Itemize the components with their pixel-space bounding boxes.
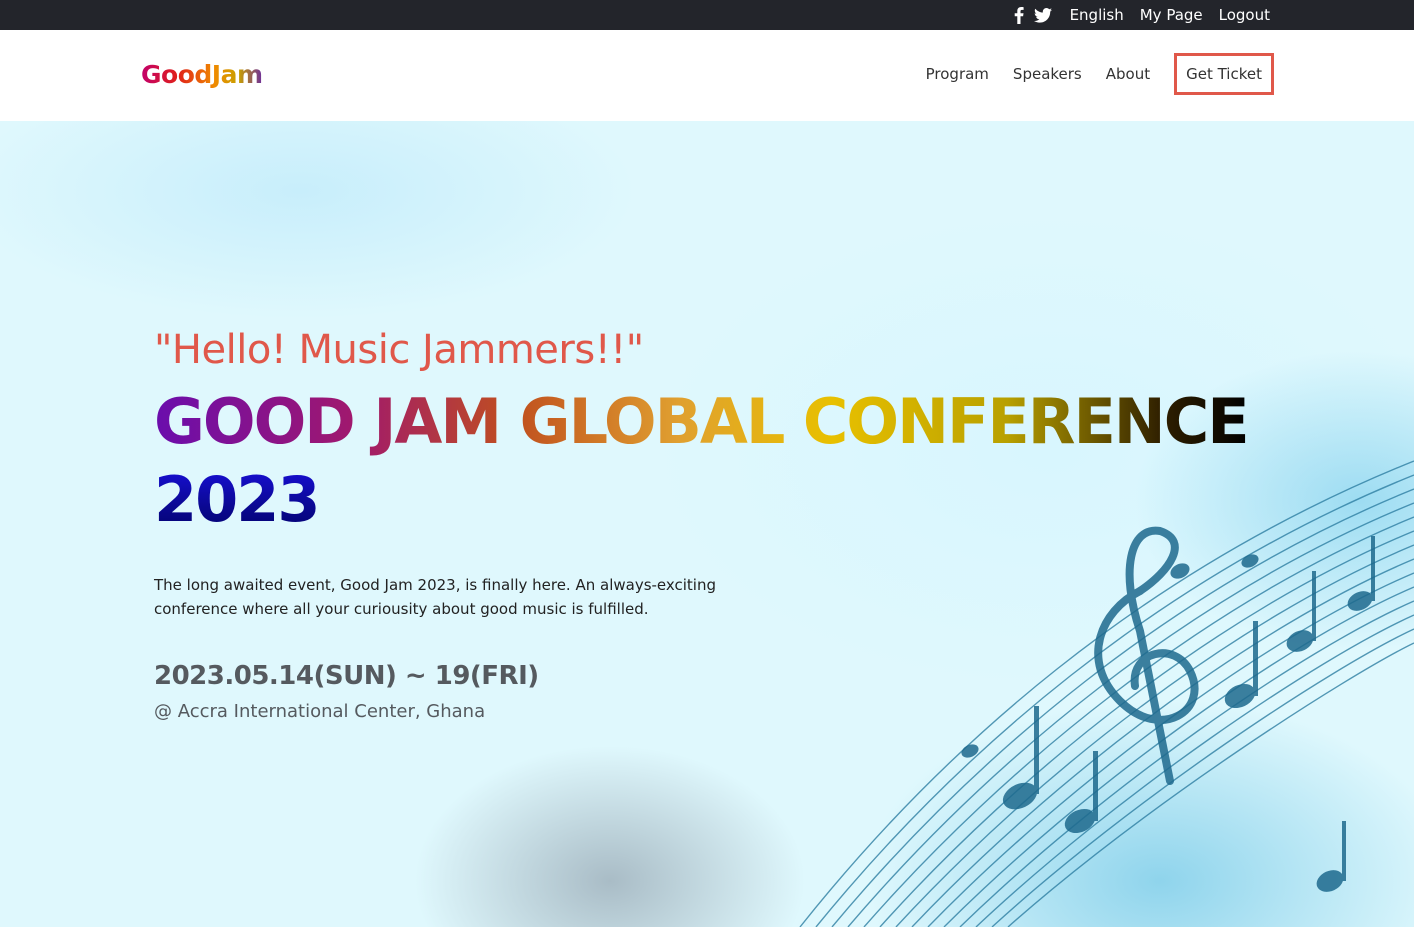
my-page-link[interactable]: My Page — [1140, 6, 1203, 24]
nav-program[interactable]: Program — [926, 65, 989, 83]
event-date: 2023.05.14(SUN) ~ 19(FRI) — [154, 661, 539, 691]
event-venue: @ Accra International Center, Ghana — [154, 701, 486, 722]
conference-title-year: 2023 — [154, 461, 1248, 539]
get-ticket-button[interactable]: Get Ticket — [1174, 53, 1274, 95]
logo[interactable]: GoodJam — [141, 60, 263, 89]
facebook-icon[interactable] — [1014, 6, 1024, 24]
main-header: GoodJam Program Speakers About Get Ticke… — [0, 30, 1414, 121]
greeting-text: "Hello! Music Jammers!!" — [154, 327, 644, 373]
conference-title-line1: GOOD JAM GLOBAL CONFERENCE — [154, 383, 1250, 461]
top-bar: English My Page Logout — [0, 0, 1414, 30]
language-link[interactable]: English — [1070, 6, 1124, 24]
hero-section: "Hello! Music Jammers!!" GOOD JAM GLOBAL… — [0, 121, 1414, 927]
twitter-icon[interactable] — [1033, 7, 1052, 23]
logout-link[interactable]: Logout — [1219, 6, 1270, 24]
nav-about[interactable]: About — [1106, 65, 1150, 83]
event-description: The long awaited event, Good Jam 2023, i… — [154, 576, 717, 618]
nav-speakers[interactable]: Speakers — [1013, 65, 1082, 83]
main-nav: Program Speakers About Get Ticket — [902, 53, 1274, 95]
social-links — [1014, 6, 1052, 24]
conference-title: GOOD JAM GLOBAL CONFERENCE 2023 — [154, 383, 1250, 539]
